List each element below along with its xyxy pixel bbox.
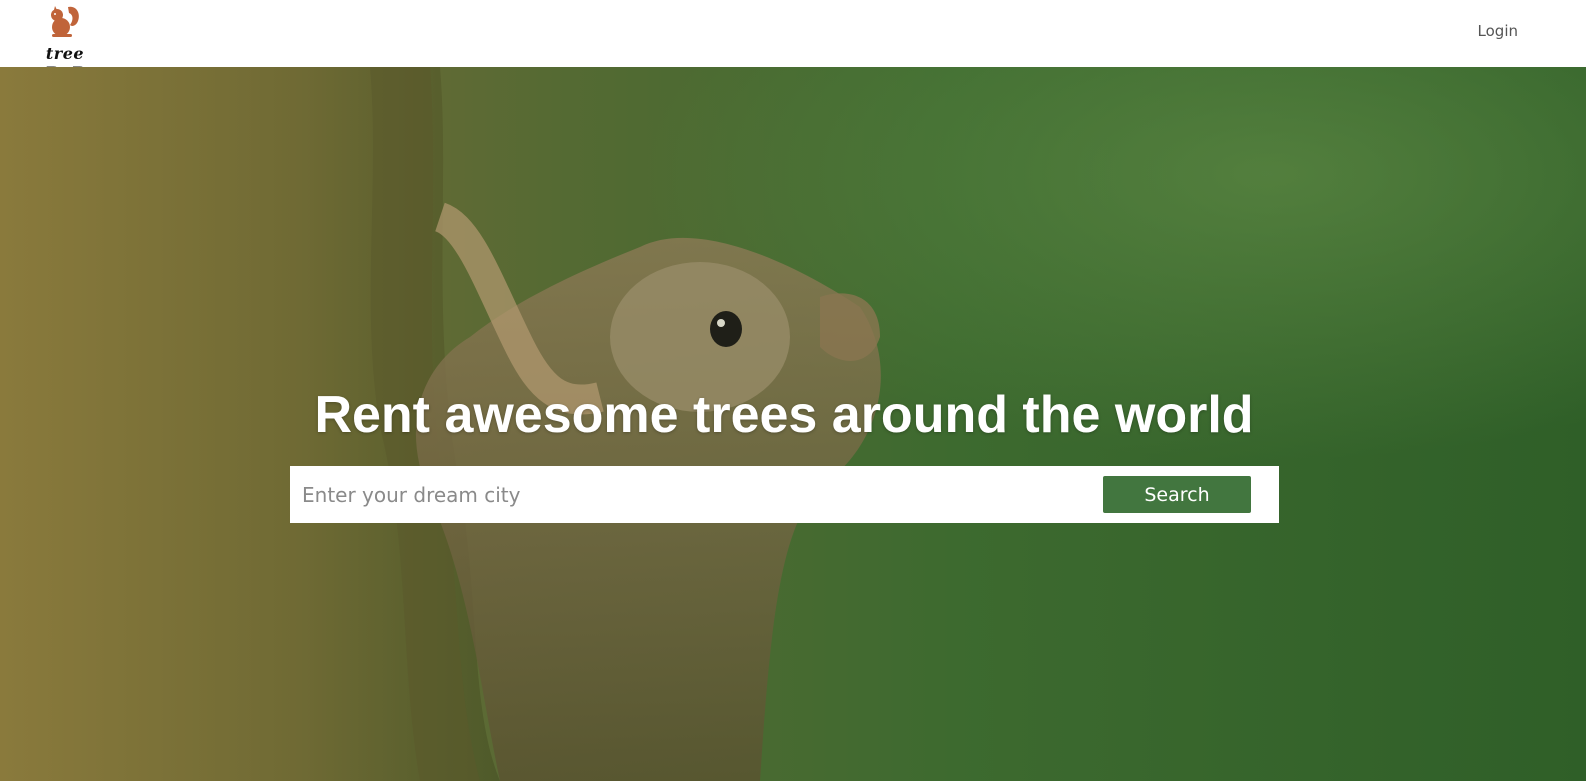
- search-button[interactable]: Search: [1103, 476, 1251, 513]
- login-link[interactable]: Login: [1478, 22, 1518, 40]
- squirrel-icon: [51, 6, 79, 37]
- hero-title: Rent awesome trees around the world: [314, 386, 1254, 444]
- city-search-input[interactable]: [290, 466, 1090, 523]
- hero-section: Rent awesome trees around the world Sear…: [0, 67, 1586, 781]
- search-bar: Search: [290, 466, 1279, 523]
- logo[interactable]: tree BnB: [30, 3, 100, 82]
- top-navbar: tree BnB Login: [0, 0, 1586, 82]
